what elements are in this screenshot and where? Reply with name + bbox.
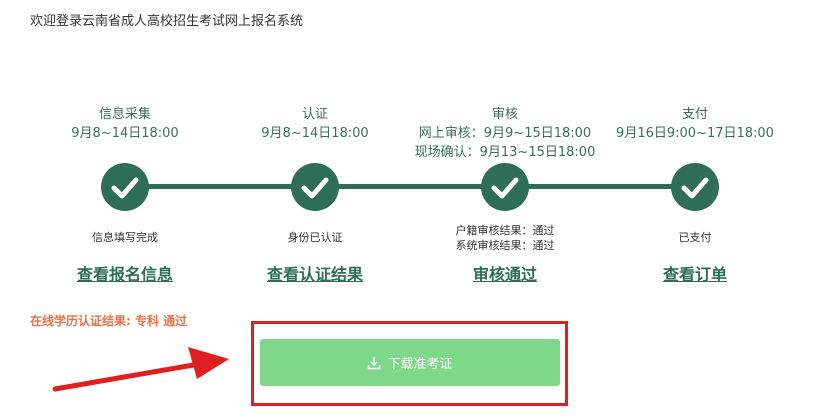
step-status-line: 系统审核结果：通过 [455,239,555,252]
step-date-line: 9月8~14日18:00 [71,126,179,141]
check-circle-icon [101,163,149,211]
view-registration-info-link[interactable]: 查看报名信息 [15,261,235,285]
view-certification-result-link[interactable]: 查看认证结果 [205,261,425,285]
step-payment: 支付 9月16日9:00~17日18:00 已支付 查看订单 [585,0,805,300]
step-review: 审核 网上审核：9月9~15日18:00 现场确认：9月13~15日18:00 … [395,0,615,300]
download-button-label: 下载准考证 [387,357,453,372]
step-status: 户籍审核结果：通过 系统审核结果：通过 [395,223,615,253]
step-status: 身份已认证 [205,230,425,245]
check-circle-icon [671,163,719,211]
step-dates: 9月8~14日18:00 [15,124,235,143]
step-date-line: 9月16日9:00~17日18:00 [616,126,774,141]
download-icon [367,356,381,370]
check-circle-icon [291,163,339,211]
step-dates: 9月8~14日18:00 [205,124,425,143]
step-title: 审核 [491,107,518,122]
step-status-line: 已支付 [678,231,712,244]
certification-result-text: 在线学历认证结果: 专科 通过 [30,314,188,328]
step-status: 信息填写完成 [15,230,235,245]
step-date-line: 网上审核：9月9~15日18:00 [418,126,592,141]
step-info-collection: 信息采集 9月8~14日18:00 信息填写完成 查看报名信息 [15,0,235,300]
step-certification: 认证 9月8~14日18:00 身份已认证 查看认证结果 [205,0,425,300]
step-title: 信息采集 [98,107,151,122]
download-admission-ticket-button[interactable]: 下载准考证 [260,339,560,386]
step-status-line: 身份已认证 [287,231,343,244]
step-status-line: 户籍审核结果：通过 [455,224,555,237]
step-title: 认证 [301,107,328,122]
step-status: 已支付 [585,230,805,245]
view-order-link[interactable]: 查看订单 [585,261,805,285]
step-date-line: 现场确认：9月13~15日18:00 [414,145,596,160]
step-title: 支付 [681,107,708,122]
review-passed-link[interactable]: 审核通过 [395,261,615,285]
page: 欢迎登录云南省成人高校招生考试网上报名系统 信息采集 9月8~14日18:00 … [0,0,825,419]
step-dates: 9月16日9:00~17日18:00 [585,124,805,143]
step-dates: 网上审核：9月9~15日18:00 现场确认：9月13~15日18:00 [395,124,615,162]
step-status-line: 信息填写完成 [92,231,158,244]
check-circle-icon [481,163,529,211]
step-date-line: 9月8~14日18:00 [261,126,369,141]
